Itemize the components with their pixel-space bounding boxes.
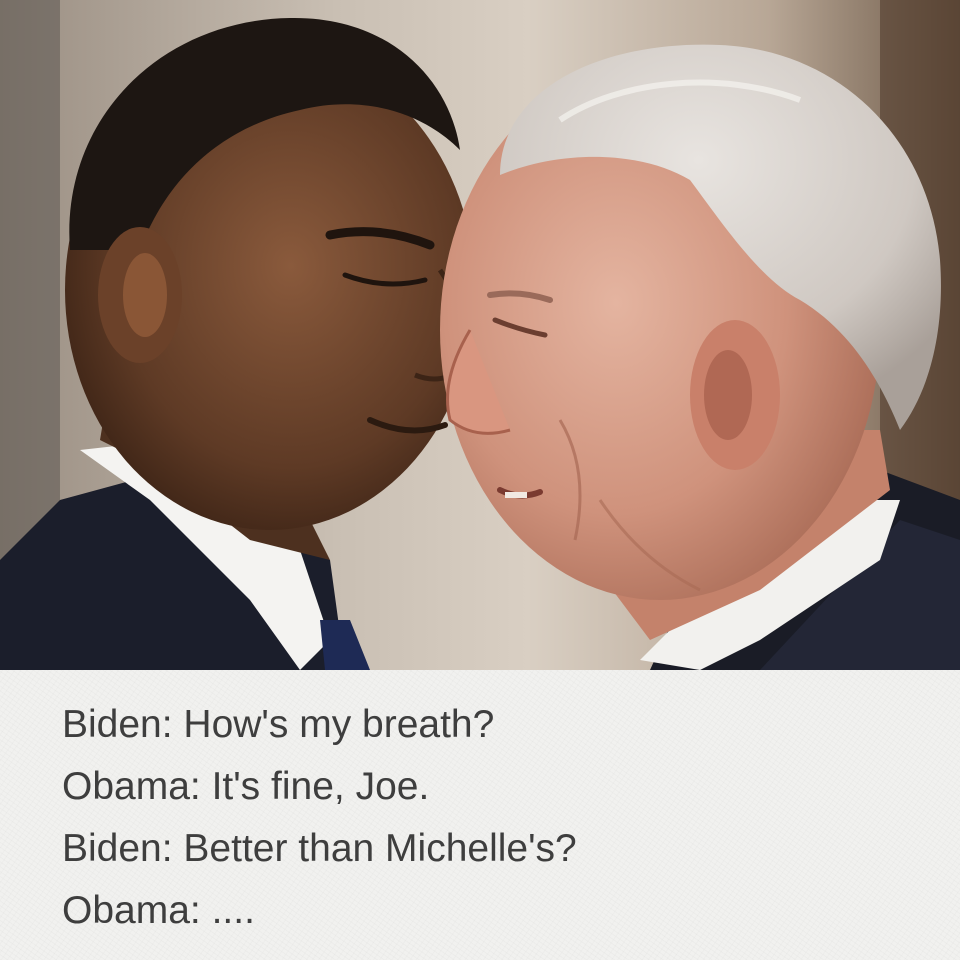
photo: [0, 0, 960, 670]
caption-line-3: Biden: Better than Michelle's?: [62, 827, 577, 870]
caption-line-1: Biden: How's my breath?: [62, 703, 495, 746]
caption-line-4: Obama: ....: [62, 889, 255, 932]
caption-panel: Biden: How's my breath? Obama: It's fine…: [0, 670, 960, 960]
meme-image: Biden: How's my breath? Obama: It's fine…: [0, 0, 960, 960]
caption-line-2: Obama: It's fine, Joe.: [62, 765, 430, 808]
